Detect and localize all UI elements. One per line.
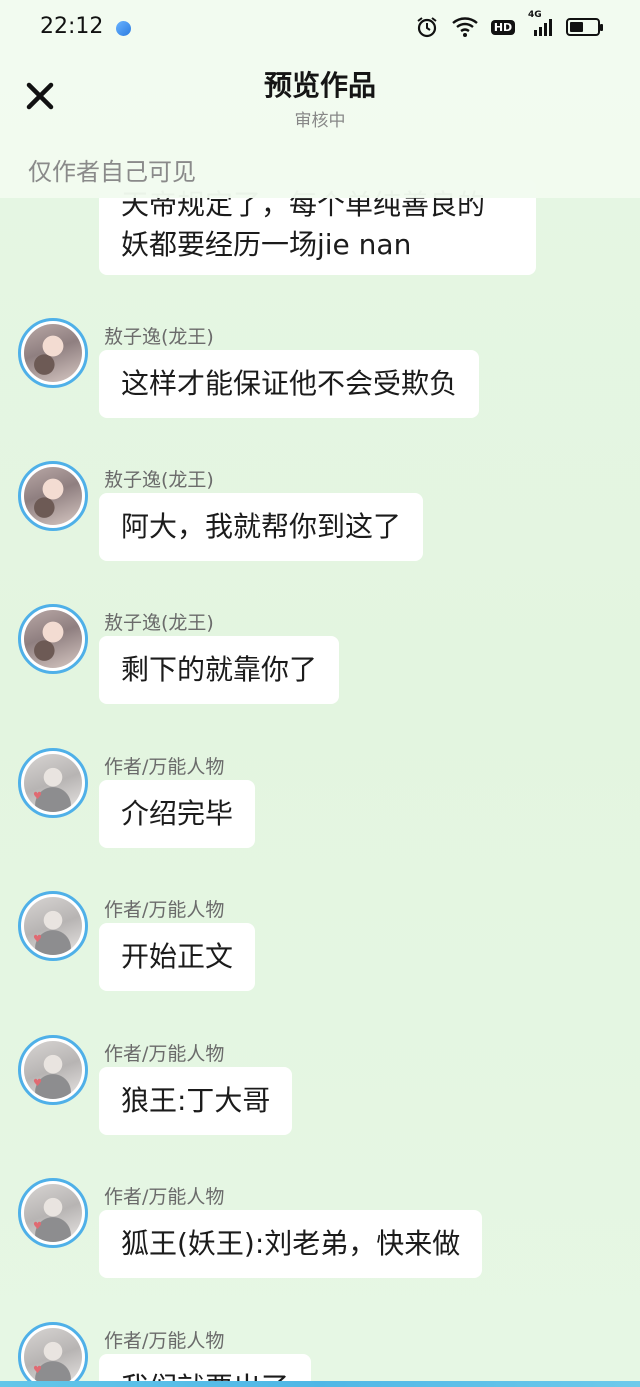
message-bubble[interactable]: 剩下的就靠你了 bbox=[99, 636, 340, 704]
avatar[interactable]: ♥ bbox=[18, 1322, 88, 1387]
bottom-input-bar bbox=[0, 1381, 640, 1387]
app-notification-icon bbox=[116, 21, 131, 36]
message-bubble[interactable]: 介绍完毕 bbox=[99, 780, 256, 848]
message-text-line2: 妖都要经历一场jie nan bbox=[121, 228, 412, 261]
battery-icon bbox=[566, 18, 603, 36]
wifi-icon bbox=[452, 16, 478, 38]
avatar[interactable]: ♥ bbox=[18, 1178, 88, 1248]
avatar[interactable]: ♥ bbox=[18, 891, 88, 961]
status-icons: HD 4G bbox=[414, 10, 603, 38]
sender-name: 作者/万能人物 bbox=[104, 756, 225, 778]
status-bar: 22:12 HD 4G bbox=[0, 0, 640, 56]
sender-name: 作者/万能人物 bbox=[104, 1043, 225, 1065]
signal-icon: 4G bbox=[528, 10, 554, 38]
message-bubble[interactable]: 狐王(妖王):刘老弟，快来做 bbox=[99, 1210, 483, 1278]
sender-name: 作者/万能人物 bbox=[104, 1330, 225, 1352]
message-bubble[interactable]: 阿大，我就帮你到这了 bbox=[99, 493, 424, 561]
avatar[interactable]: ♥ bbox=[18, 1035, 88, 1105]
sender-name: 敖子逸(龙王) bbox=[104, 326, 214, 348]
heart-icon: ♥ bbox=[33, 791, 42, 802]
message-bubble[interactable]: 开始正文 bbox=[99, 923, 256, 991]
visibility-notice: 仅作者自己可见 bbox=[28, 158, 196, 186]
top-header: 22:12 HD 4G 预览作品 审核中 仅作者自己可见 bbox=[0, 0, 640, 198]
status-time: 22:12 bbox=[40, 14, 104, 39]
avatar[interactable] bbox=[18, 318, 88, 388]
network-type-label: 4G bbox=[528, 10, 542, 20]
heart-icon: ♥ bbox=[33, 1221, 42, 1232]
hd-icon: HD bbox=[490, 16, 516, 38]
message-bubble[interactable]: 狼王:丁大哥 bbox=[99, 1067, 293, 1135]
avatar[interactable] bbox=[18, 604, 88, 674]
sender-name: 作者/万能人物 bbox=[104, 899, 225, 921]
heart-icon: ♥ bbox=[33, 1365, 42, 1376]
avatar[interactable]: ♥ bbox=[18, 748, 88, 818]
chat-area[interactable]: 天帝规定了，每个单纯善良的 妖都要经历一场jie nan 敖子逸(龙王) 这样才… bbox=[0, 0, 640, 1387]
sender-name: 敖子逸(龙王) bbox=[104, 612, 214, 634]
page-title: 预览作品 bbox=[263, 69, 376, 102]
message-bubble[interactable]: 这样才能保证他不会受欺负 bbox=[99, 350, 480, 418]
alarm-icon bbox=[414, 16, 440, 38]
avatar[interactable] bbox=[18, 461, 88, 531]
review-status: 审核中 bbox=[294, 111, 346, 131]
sender-name: 作者/万能人物 bbox=[104, 1186, 225, 1208]
heart-icon: ♥ bbox=[33, 1078, 42, 1089]
heart-icon: ♥ bbox=[33, 934, 42, 945]
sender-name: 敖子逸(龙王) bbox=[104, 469, 214, 491]
